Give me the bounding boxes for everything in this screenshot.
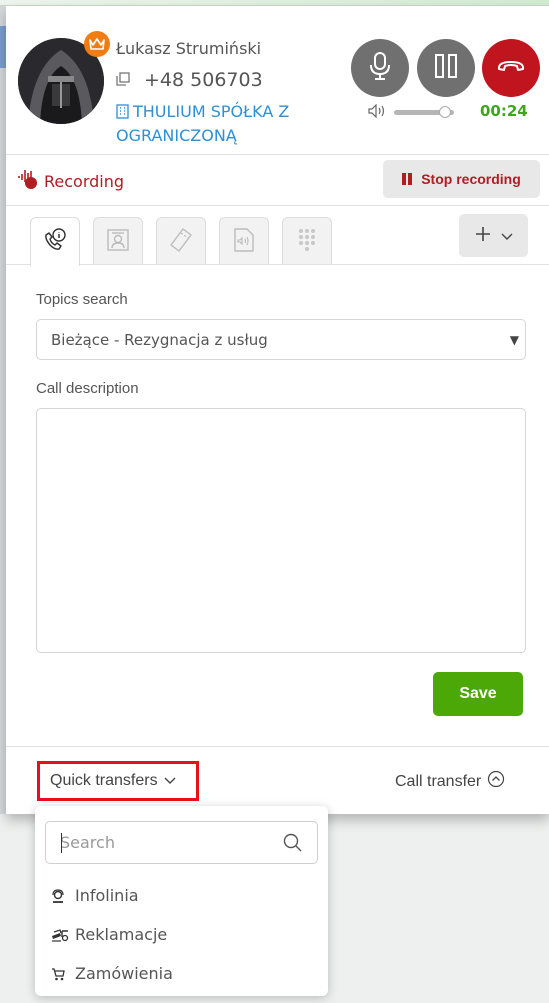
add-tab-menu-button[interactable] [459, 214, 528, 257]
copy-icon[interactable] [116, 71, 130, 90]
phone-info-icon [42, 227, 68, 257]
pause-icon [434, 53, 458, 83]
stop-recording-button[interactable]: Stop recording [383, 160, 540, 198]
hang-up-icon [496, 58, 526, 78]
recording-label: Recording [44, 171, 125, 191]
audio-file-icon [233, 227, 255, 257]
quick-transfers-search-input[interactable]: Search [45, 821, 318, 864]
call-transfer-toggle[interactable]: Call transfer [395, 770, 505, 793]
mute-button[interactable] [351, 39, 409, 97]
tab-call-info[interactable] [30, 217, 80, 266]
quick-transfers-dropdown: Search Infolinia Reklamacje Zamówienia [35, 806, 328, 996]
save-button[interactable]: Save [433, 672, 523, 716]
call-description-label: Call description [36, 380, 139, 397]
quick-transfer-item[interactable]: Zamówienia [51, 964, 173, 983]
speaker-icon [368, 103, 388, 122]
cart-icon [51, 967, 71, 981]
search-icon[interactable] [283, 833, 303, 857]
tabs-baseline [6, 264, 549, 265]
volume-slider-thumb[interactable] [439, 106, 451, 118]
select-arrow-icon: ▼ [509, 333, 519, 347]
ticket-icon [169, 227, 193, 257]
topics-select[interactable]: Bieżące - Rezygnacja z usług ▼ [36, 319, 526, 360]
search-placeholder: Search [60, 833, 115, 852]
building-icon [116, 103, 129, 125]
stop-recording-label: Stop recording [421, 171, 521, 187]
tab-dialpad[interactable] [282, 217, 332, 265]
quick-transfer-item[interactable]: Infolinia [51, 886, 139, 905]
tab-recordings[interactable] [219, 217, 269, 265]
call-transfer-label: Call transfer [395, 772, 482, 790]
company-name: THULIUM SPÓŁKA Z OGRANICZONĄ [116, 102, 290, 145]
tab-tickets[interactable] [156, 217, 206, 265]
divider [6, 205, 549, 206]
call-panel: Łukasz Strumiński +48 506703 THULIUM SPÓ… [6, 6, 549, 814]
text-caret [61, 833, 62, 853]
divider [6, 154, 549, 155]
plus-icon [475, 226, 491, 246]
headset-agent-icon [51, 888, 71, 903]
hang-up-button[interactable] [482, 39, 540, 97]
call-timer: 00:24 [480, 102, 528, 120]
quick-transfer-item[interactable]: Reklamacje [51, 925, 167, 944]
quick-transfer-label: Zamówienia [75, 964, 173, 983]
complaint-icon [51, 928, 71, 942]
divider [6, 746, 549, 747]
recording-status: Recording [18, 168, 124, 194]
stop-recording-icon [402, 173, 414, 185]
caller-phone: +48 506703 [144, 69, 263, 91]
chevron-down-icon [164, 772, 176, 790]
caller-company-link[interactable]: THULIUM SPÓŁKA Z OGRANICZONĄ [116, 101, 316, 147]
topics-select-value: Bieżące - Rezygnacja z usług [51, 330, 268, 349]
recording-icon [18, 168, 40, 194]
caller-name: Łukasz Strumiński [116, 39, 262, 58]
crown-icon [84, 31, 110, 57]
quick-transfers-toggle[interactable]: Quick transfers [37, 761, 199, 801]
hold-button[interactable] [417, 39, 475, 97]
volume-control [368, 103, 454, 122]
quick-transfer-label: Reklamacje [75, 925, 168, 944]
quick-transfers-label: Quick transfers [50, 772, 158, 789]
topics-search-label: Topics search [36, 291, 128, 308]
quick-transfer-label: Infolinia [75, 886, 139, 905]
contact-card-icon [106, 228, 130, 256]
call-description-input[interactable] [36, 408, 526, 653]
chevron-up-circle-icon [487, 770, 505, 793]
chevron-down-icon [501, 226, 513, 245]
volume-slider[interactable] [394, 106, 454, 118]
caller-phone-row: +48 506703 [116, 69, 263, 91]
tab-contact[interactable] [93, 217, 143, 265]
microphone-icon [369, 51, 391, 85]
dialpad-icon [297, 228, 317, 256]
